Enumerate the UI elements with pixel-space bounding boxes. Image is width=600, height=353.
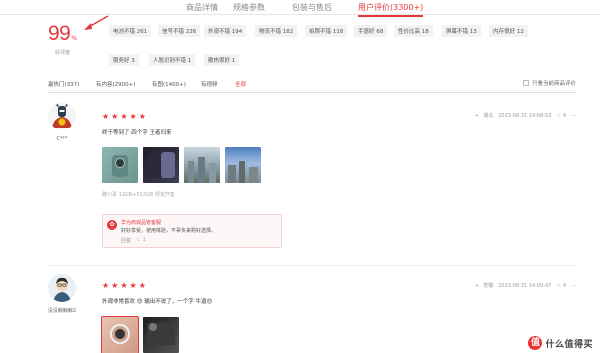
star-icon: ★ xyxy=(120,112,128,121)
tag-chip[interactable]: 信号不错 226 xyxy=(158,25,201,37)
review-filters: 最热门(337) 有内容(2900+) 有图(1400+) 有视频 全部 只看当… xyxy=(48,79,576,91)
location-pin-icon: ⌖ xyxy=(475,282,479,289)
review-divider xyxy=(48,265,576,266)
purchased-spec: 雅川青 12GB+512GB 现货开售 xyxy=(102,192,175,198)
like-button[interactable]: ☆ 4 xyxy=(556,113,566,119)
review-location: 安徽 xyxy=(483,283,494,289)
star-icon: ★ xyxy=(102,281,110,290)
star-icon: ★ xyxy=(120,281,128,290)
review-item: C*** ★ ★ ★ ★ ★ 终于等到了 四个字 王者归来 ⌖ 湖北 2023-… xyxy=(48,100,576,260)
username: 没没鲸鲸鲸2 xyxy=(47,308,77,314)
review-location: 湖北 xyxy=(483,113,494,119)
review-date: 2023-08-31 14:09:47 xyxy=(498,282,552,289)
filter-with-images[interactable]: 有图(1400+) xyxy=(152,80,186,88)
review-meta: ⌖ 安徽 2023-08-31 14:09:47 ☆ 4 ⋯ xyxy=(475,282,576,290)
avatar[interactable] xyxy=(48,102,76,130)
review-date: 2023-08-31 14:08:53 xyxy=(498,112,552,119)
tab-bar: 商品详情 规格参数 包装与售后 用户评价(3300+) xyxy=(0,0,600,17)
only-current-checkbox[interactable] xyxy=(522,80,529,86)
site-watermark: 值 什么值得买 xyxy=(528,336,593,350)
tag-chip[interactable]: 内存很好 12 xyxy=(489,25,528,37)
review-photo[interactable] xyxy=(184,147,220,183)
review-item: 没没鲸鲸鲸2 ★ ★ ★ ★ ★ 外观非常喜欢 😍 输出不说了，一个字 牛逼😍 … xyxy=(48,272,576,353)
tag-chip[interactable]: 手感好 68 xyxy=(354,25,388,37)
more-options-icon[interactable]: ⋯ xyxy=(571,283,576,289)
tag-chip[interactable]: 服务好 3 xyxy=(109,54,139,66)
star-icon: ★ xyxy=(138,281,146,290)
rating-label: 好评度 xyxy=(55,50,71,56)
tab-user-reviews[interactable]: 用户评价(3300+) xyxy=(358,2,424,17)
star-icon: ★ xyxy=(129,112,137,121)
like-button[interactable]: ☆ 4 xyxy=(556,283,566,289)
star-icon: ★ xyxy=(102,112,110,121)
review-text: 终于等到了 四个字 王者归来 xyxy=(102,130,172,136)
tag-chip[interactable]: 屏幕不错 13 xyxy=(442,25,481,37)
more-options-icon[interactable]: ⋯ xyxy=(571,113,576,119)
tag-chip[interactable]: 性价比高 18 xyxy=(394,25,433,37)
review-meta: ⌖ 湖北 2023-08-31 14:08:53 ☆ 4 ⋯ xyxy=(475,112,576,120)
like-count: 4 xyxy=(562,282,566,289)
positive-rating: 99% xyxy=(48,22,77,46)
username: C*** xyxy=(56,136,68,142)
tag-chip[interactable]: 电池不错 261 xyxy=(109,25,152,37)
review-text: 外观非常喜欢 😍 输出不说了，一个字 牛逼😍 xyxy=(102,299,213,305)
star-rating: ★ ★ ★ ★ ★ xyxy=(102,113,146,121)
reply-button[interactable]: 回复 xyxy=(121,237,131,244)
review-photo[interactable] xyxy=(143,147,179,183)
tag-chip[interactable]: 拍照不错 118 xyxy=(305,25,348,37)
review-photos xyxy=(101,316,179,353)
reply-like-button[interactable]: ☆ 1 xyxy=(136,237,146,244)
tag-chip[interactable]: 人脸识别不错 1 xyxy=(149,54,196,66)
reply-actions: 回复 ☆ 1 xyxy=(121,237,146,244)
reply-like-count: 1 xyxy=(142,237,146,243)
watermark-logo: 值 xyxy=(528,336,543,350)
thumb-up-icon: ☆ xyxy=(136,237,141,243)
star-rating: ★ ★ ★ ★ ★ xyxy=(102,282,146,290)
filter-divider xyxy=(48,92,576,93)
filter-with-content[interactable]: 有内容(2900+) xyxy=(96,80,135,88)
avatar[interactable] xyxy=(48,274,76,302)
reply-text: 好好享受，使用体验，不辜负来购好选择。 xyxy=(121,228,217,234)
review-photo[interactable] xyxy=(143,317,179,353)
watermark-text: 什么值得买 xyxy=(545,339,593,350)
rating-unit: % xyxy=(71,35,78,42)
filter-with-video[interactable]: 有视频 xyxy=(201,80,218,88)
tab-product-details[interactable]: 商品详情 xyxy=(186,2,218,13)
location-pin-icon: ⌖ xyxy=(475,112,479,119)
huawei-logo-icon: ✿ xyxy=(107,220,117,230)
review-photos xyxy=(102,147,261,183)
only-current-label: 只看当前商品评价 xyxy=(531,81,576,87)
only-current-product-toggle[interactable]: 只看当前商品评价 xyxy=(522,79,576,87)
tag-chip[interactable]: 散热很好 1 xyxy=(204,54,240,66)
review-photo[interactable] xyxy=(225,147,261,183)
star-icon: ★ xyxy=(111,281,119,290)
reply-author: 华为商城品管客服 xyxy=(121,220,162,226)
tag-chip[interactable]: 外观不错 194 xyxy=(204,25,247,37)
rating-score: 99 xyxy=(48,22,71,45)
review-photo[interactable] xyxy=(102,147,138,183)
review-photo[interactable] xyxy=(101,316,139,353)
annotation-arrow-icon xyxy=(84,15,109,30)
star-icon: ★ xyxy=(111,112,119,121)
filter-all[interactable]: 全部 xyxy=(235,80,246,88)
thumb-up-icon: ☆ xyxy=(556,112,561,119)
merchant-reply: ✿ 华为商城品管客服 好好享受，使用体验，不辜负来购好选择。 回复 ☆ 1 xyxy=(102,214,282,248)
like-count: 4 xyxy=(562,112,566,119)
thumb-up-icon: ☆ xyxy=(556,282,561,289)
star-icon: ★ xyxy=(138,112,146,121)
tab-specifications[interactable]: 规格参数 xyxy=(233,2,265,13)
cartoon-person-avatar-icon xyxy=(48,274,76,302)
star-icon: ★ xyxy=(129,281,137,290)
filter-hottest[interactable]: 最热门(337) xyxy=(48,80,79,88)
superhero-avatar-icon xyxy=(48,102,76,130)
tag-chip[interactable]: 物流不错 182 xyxy=(255,25,298,37)
tab-packaging-aftersales[interactable]: 包装与售后 xyxy=(292,2,332,13)
